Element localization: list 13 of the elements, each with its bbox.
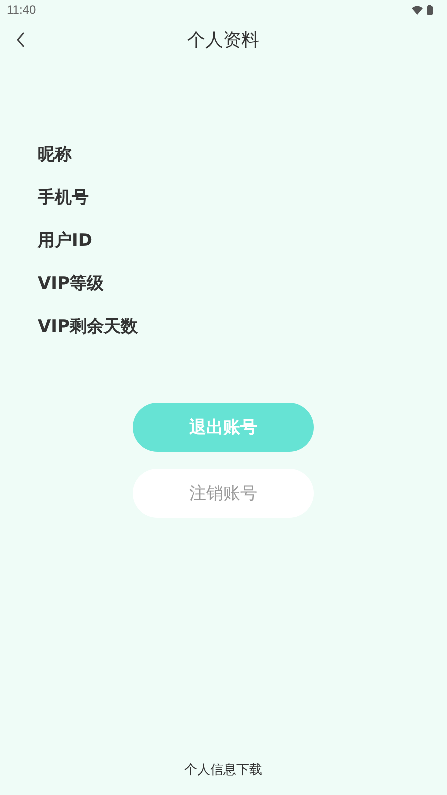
field-label: 用户ID — [38, 230, 94, 253]
wifi-icon — [412, 6, 423, 14]
battery-icon — [427, 5, 433, 15]
field-label: 昵称 — [38, 144, 73, 167]
page-title: 个人资料 — [188, 29, 260, 52]
back-icon[interactable] — [16, 32, 26, 48]
status-time: 11:40 — [7, 3, 36, 17]
logout-button[interactable]: 退出账号 — [133, 403, 314, 452]
field-label: 手机号 — [38, 187, 90, 210]
delete-account-button[interactable]: 注销账号 — [133, 469, 314, 518]
field-label: VIP剩余天数 — [38, 316, 139, 339]
download-link[interactable]: 个人信息下载 — [184, 763, 262, 778]
field-label: VIP等级 — [38, 273, 105, 296]
